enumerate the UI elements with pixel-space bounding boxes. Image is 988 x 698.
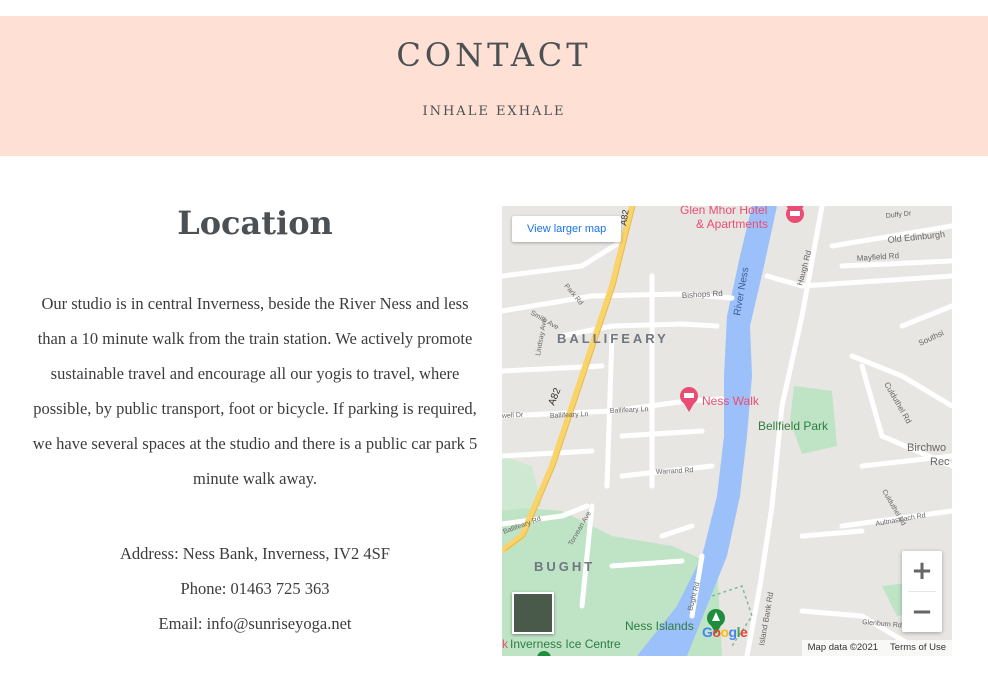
area-label-ballifeary: BALLIFEARY [557,331,669,346]
hotel-label: Glen Mhor Hotel [680,206,767,217]
location-section: Location Our studio is in central Invern… [30,200,480,641]
hotel-label-line2: & Apartments [696,217,768,231]
culduthel-rd-label: Culduthel Rd [882,381,913,426]
well-dr-label: well Dr [502,412,524,420]
map-edge-label: k [502,637,509,651]
ice-centre-label: Inverness Ice Centre [510,637,621,651]
bellfield-park-label: Bellfield Park [758,419,829,433]
google-logo: Google [702,624,748,640]
rec-label: Rec [930,456,950,468]
phone-text: Phone: 01463 725 363 [180,579,330,598]
ness-walk-pin-icon[interactable] [680,387,698,412]
page-header: CONTACT INHALE EXHALE [0,16,988,156]
map-attribution: Map data ©2021 Terms of Use [801,640,952,656]
ness-walk-label: Ness Walk [702,394,760,408]
old-edinburgh-label: Old Edinburgh [887,229,945,245]
ballifeary-ln-label-2: Ballifeary Ln [610,406,649,415]
area-label-bught: BUGHT [534,559,595,574]
ness-islands-label: Ness Islands [625,619,694,633]
view-larger-map-link[interactable]: View larger map [512,216,622,242]
warrand-rd-label: Warrand Rd [656,467,694,476]
location-heading: Location [177,204,333,242]
duffy-dr-label: Duffy Dr [885,210,912,220]
zoom-in-button[interactable]: + [902,551,942,591]
birchwood-label: Birchwo [907,442,946,454]
terms-of-use-link[interactable]: Terms of Use [890,640,946,656]
map-data-text: Map data ©2021 [807,642,879,653]
location-description: Our studio is in central Inverness, besi… [32,294,478,488]
southside-label: Southsi [917,328,945,348]
ballifeary-ln-label: Ballifeary Ln [550,411,589,420]
zoom-control: + − [902,551,942,632]
page-title: CONTACT [396,36,592,74]
street-view-thumbnail[interactable] [512,592,554,634]
zoom-out-button[interactable]: − [902,592,942,632]
a82-label: A82 [547,386,564,407]
embedded-map[interactable]: Glen Mhor Hotel & Apartments BALLIFEARY … [502,206,952,656]
park-rd-label: Park Rd [562,283,584,307]
map-canvas[interactable]: Glen Mhor Hotel & Apartments BALLIFEARY … [502,206,952,656]
email-text: Email: info@sunriseyoga.net [158,614,352,633]
lindsay-ave-label: Lindsay Ave [535,318,548,356]
hotel-pin-icon[interactable] [786,206,804,223]
contact-details: Address: Ness Bank, Inverness, IV2 4SF P… [30,536,480,641]
page-subtitle: INHALE EXHALE [422,104,566,119]
address-text: Address: Ness Bank, Inverness, IV2 4SF [120,544,390,563]
